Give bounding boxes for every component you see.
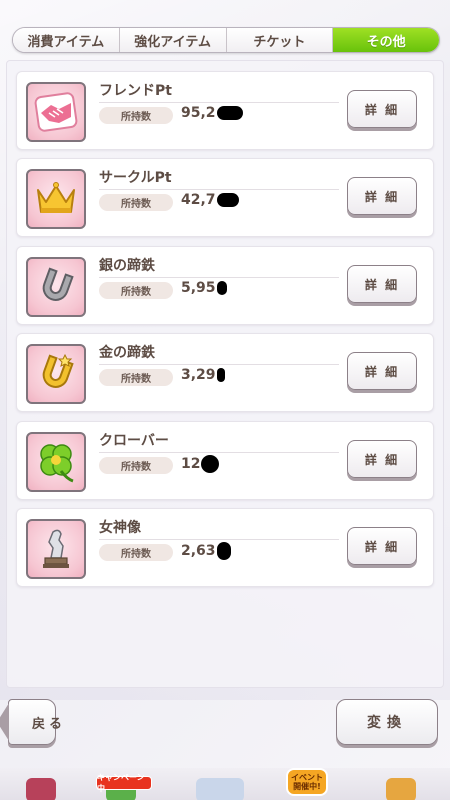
owned-label: 所持数 bbox=[99, 194, 173, 211]
owned-value: 2,63 bbox=[181, 542, 231, 560]
owned-value: 12 bbox=[181, 455, 220, 473]
list-item: クローバー 所持数 12 詳 細 bbox=[16, 421, 434, 500]
divider bbox=[99, 189, 339, 190]
redaction-mark bbox=[216, 542, 231, 560]
category-tabs: 消費アイテム 強化アイテム チケット その他 bbox=[12, 27, 440, 53]
list-item: 女神像 所持数 2,63 詳 細 bbox=[16, 508, 434, 587]
owned-value: 95,2 bbox=[181, 105, 243, 121]
item-name: サークルPt bbox=[99, 170, 172, 186]
redaction-mark bbox=[201, 455, 220, 473]
silver-horseshoe-icon bbox=[26, 257, 86, 317]
handshake-icon bbox=[26, 82, 86, 142]
nav-home-icon[interactable] bbox=[26, 778, 56, 800]
detail-button[interactable]: 詳 細 bbox=[347, 265, 417, 303]
owned-value: 5,95 bbox=[181, 280, 227, 296]
owned-label: 所持数 bbox=[99, 107, 173, 124]
tab-other[interactable]: その他 bbox=[333, 28, 439, 52]
nav-gacha-icon[interactable] bbox=[386, 778, 416, 800]
list-item: サークルPt 所持数 42,7 詳 細 bbox=[16, 158, 434, 237]
detail-button[interactable]: 詳 細 bbox=[347, 440, 417, 478]
detail-button[interactable]: 詳 細 bbox=[347, 352, 417, 390]
item-name: 女神像 bbox=[99, 520, 141, 536]
list-item: 銀の蹄鉄 所持数 5,95 詳 細 bbox=[16, 246, 434, 325]
item-name: クローバー bbox=[99, 433, 169, 449]
detail-button[interactable]: 詳 細 bbox=[347, 90, 417, 128]
crown-icon bbox=[26, 169, 86, 229]
divider bbox=[99, 364, 339, 365]
exchange-button[interactable]: 変換 bbox=[336, 699, 438, 745]
detail-button[interactable]: 詳 細 bbox=[347, 527, 417, 565]
clover-icon bbox=[26, 432, 86, 492]
redaction-mark bbox=[216, 368, 225, 382]
owned-label: 所持数 bbox=[99, 544, 173, 561]
list-item: 金の蹄鉄 所持数 3,29 詳 細 bbox=[16, 333, 434, 412]
tab-enhancement-items[interactable]: 強化アイテム bbox=[119, 28, 227, 52]
list-item: フレンドPt 所持数 95,2 詳 細 bbox=[16, 71, 434, 150]
redaction-mark bbox=[216, 106, 243, 120]
event-badge-line2: 開催中! bbox=[293, 782, 321, 791]
owned-label: 所持数 bbox=[99, 369, 173, 386]
detail-button[interactable]: 詳 細 bbox=[347, 177, 417, 215]
owned-value: 42,7 bbox=[181, 192, 239, 208]
campaign-badge: キャンペーン中 bbox=[96, 773, 152, 793]
event-badge: イベント 開催中! bbox=[286, 768, 328, 796]
divider bbox=[99, 539, 339, 540]
goddess-statue-icon bbox=[26, 519, 86, 579]
divider bbox=[99, 452, 339, 453]
nav-race-icon[interactable] bbox=[196, 778, 244, 800]
redaction-mark bbox=[216, 281, 227, 295]
redaction-mark bbox=[216, 193, 239, 207]
item-name: 銀の蹄鉄 bbox=[99, 258, 155, 274]
owned-label: 所持数 bbox=[99, 457, 173, 474]
back-label[interactable]: 戻る bbox=[32, 713, 66, 732]
event-badge-line1: イベント bbox=[291, 773, 323, 782]
owned-value: 3,29 bbox=[181, 367, 225, 383]
owned-label: 所持数 bbox=[99, 282, 173, 299]
gold-horseshoe-icon bbox=[26, 344, 86, 404]
item-name: フレンドPt bbox=[99, 83, 172, 99]
divider bbox=[99, 277, 339, 278]
tab-consumables[interactable]: 消費アイテム bbox=[13, 28, 120, 52]
item-name: 金の蹄鉄 bbox=[99, 345, 155, 361]
tab-tickets[interactable]: チケット bbox=[226, 28, 334, 52]
divider bbox=[99, 102, 339, 103]
